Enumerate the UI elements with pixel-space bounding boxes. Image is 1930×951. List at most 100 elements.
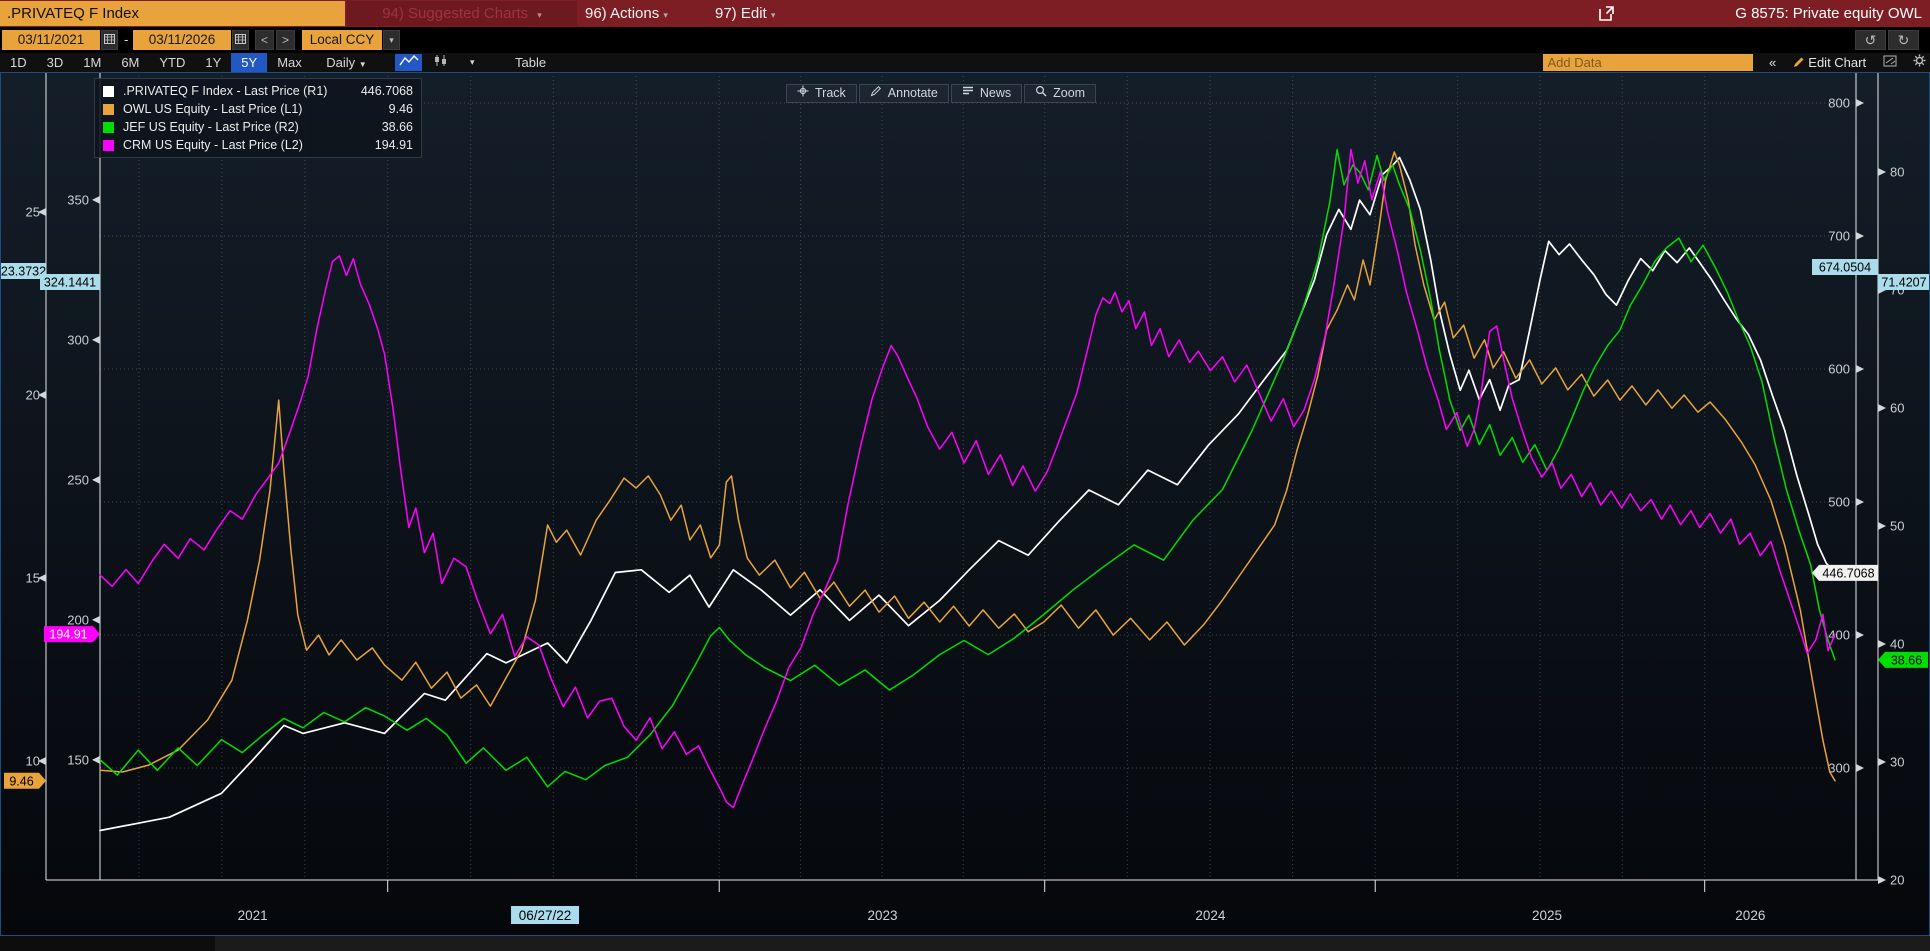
svg-text:250: 250 bbox=[67, 472, 89, 487]
legend-row[interactable]: OWL US Equity - Last Price (L1) 9.46 bbox=[95, 100, 421, 118]
collapse-button[interactable]: « bbox=[1769, 53, 1776, 72]
line-chart-type-button[interactable] bbox=[395, 54, 422, 71]
track-tag-r1: 674.0504 bbox=[1812, 259, 1878, 275]
frequency-dropdown[interactable]: Daily ▼ bbox=[316, 53, 376, 72]
svg-text:40: 40 bbox=[1890, 637, 1904, 652]
svg-text:80: 80 bbox=[1890, 165, 1904, 180]
svg-text:300: 300 bbox=[67, 332, 89, 347]
svg-text:9.46: 9.46 bbox=[9, 774, 33, 788]
svg-text:674.0504: 674.0504 bbox=[1819, 261, 1871, 275]
end-date-input[interactable]: 03/11/2026 bbox=[133, 30, 231, 50]
svg-text:600: 600 bbox=[1828, 361, 1850, 376]
legend-name: .PRIVATEQ F Index - Last Price (R1) bbox=[123, 84, 327, 98]
legend-row[interactable]: JEF US Equity - Last Price (R2)38.66 bbox=[95, 118, 421, 136]
tool-label: Annotate bbox=[888, 85, 938, 102]
plot-background bbox=[1, 72, 1929, 936]
edit-chart-button[interactable]: Edit Chart bbox=[1793, 53, 1866, 72]
last-tag-jef: 38.66 bbox=[1878, 652, 1928, 668]
redo-button[interactable]: ↻ bbox=[1888, 30, 1919, 50]
gear-icon[interactable] bbox=[1913, 53, 1926, 72]
legend-value: 194.91 bbox=[375, 138, 413, 152]
currency-caret-icon[interactable]: ▾ bbox=[383, 30, 400, 50]
undo-button[interactable]: ↺ bbox=[1855, 30, 1886, 50]
candlestick-type-button[interactable] bbox=[430, 54, 452, 71]
svg-text:800: 800 bbox=[1828, 95, 1850, 110]
track-icon bbox=[797, 85, 815, 102]
tool-label: Zoom bbox=[1053, 85, 1085, 102]
svg-text:324.1441: 324.1441 bbox=[44, 276, 96, 290]
start-date-input[interactable]: 03/11/2021 bbox=[2, 30, 100, 50]
svg-text:700: 700 bbox=[1828, 228, 1850, 243]
start-calendar-icon[interactable] bbox=[101, 30, 118, 50]
suggested-charts-label: 94) Suggested Charts bbox=[382, 5, 528, 22]
svg-text:23.3732: 23.3732 bbox=[1, 265, 46, 279]
end-calendar-icon[interactable] bbox=[232, 30, 249, 50]
period-tab-1m[interactable]: 1M bbox=[73, 53, 111, 72]
pencil-icon bbox=[1793, 56, 1805, 68]
last-tag-privateq: 446.7068 bbox=[1812, 565, 1878, 581]
track-button[interactable]: Track bbox=[786, 84, 857, 103]
svg-text:200: 200 bbox=[67, 612, 89, 627]
track-tag-l2: 324.1441 bbox=[40, 274, 100, 290]
chart-doc-title: G 8575: Private equity OWL bbox=[1735, 0, 1922, 27]
svg-text:446.7068: 446.7068 bbox=[1822, 566, 1874, 580]
add-data-input[interactable]: Add Data bbox=[1543, 54, 1753, 71]
annotate-button[interactable]: Annotate bbox=[859, 84, 949, 103]
chevron-down-icon: ▾ bbox=[663, 10, 668, 20]
actions-menu[interactable]: 96) Actions ▾ bbox=[585, 0, 668, 27]
toolbar-right: Add Data « Edit Chart bbox=[1543, 53, 1926, 72]
svg-text:350: 350 bbox=[67, 192, 89, 207]
chart-style-caret[interactable]: ▾ bbox=[460, 53, 485, 72]
legend-swatch bbox=[103, 104, 114, 115]
svg-text:2021: 2021 bbox=[238, 908, 268, 923]
legend-name: OWL US Equity - Last Price (L1) bbox=[123, 102, 302, 116]
legend-name: JEF US Equity - Last Price (R2) bbox=[123, 120, 299, 134]
period-tab-max[interactable]: Max bbox=[267, 53, 312, 72]
period-tab-ytd[interactable]: YTD bbox=[149, 53, 195, 72]
date-dash: - bbox=[124, 30, 128, 50]
suggested-charts-menu[interactable]: 94) Suggested Charts ▾ bbox=[347, 1, 577, 26]
period-tab-3d[interactable]: 3D bbox=[37, 53, 74, 72]
legend-value: 446.7068 bbox=[361, 84, 413, 98]
chevron-down-icon: ▾ bbox=[771, 10, 776, 20]
period-tabs: 1D3D1M6MYTD1Y5YMax bbox=[0, 53, 312, 70]
chevron-down-icon: ▾ bbox=[537, 10, 542, 20]
legend-row[interactable]: .PRIVATEQ F Index - Last Price (R1) 446.7… bbox=[95, 82, 421, 100]
svg-text:10: 10 bbox=[26, 754, 40, 769]
svg-text:2026: 2026 bbox=[1735, 908, 1765, 923]
svg-text:60: 60 bbox=[1890, 401, 1904, 416]
export-icon[interactable] bbox=[1598, 5, 1615, 27]
svg-text:300: 300 bbox=[1828, 761, 1850, 776]
ticker-input[interactable]: .PRIVATEQ F Index bbox=[0, 1, 345, 26]
legend-value: 9.46 bbox=[389, 102, 413, 116]
svg-text:38.66: 38.66 bbox=[1891, 653, 1922, 667]
bottom-strip bbox=[0, 936, 1930, 951]
command-bar: .PRIVATEQ F Index 94) Suggested Charts ▾… bbox=[0, 0, 1930, 27]
edit-label: 97) Edit bbox=[715, 5, 767, 22]
tool-label: News bbox=[980, 85, 1011, 102]
tool-label: Track bbox=[815, 85, 846, 102]
period-tab-5y[interactable]: 5Y bbox=[231, 53, 267, 72]
svg-text:2025: 2025 bbox=[1532, 908, 1562, 923]
zoom-button[interactable]: Zoom bbox=[1024, 84, 1096, 103]
chart-tools-bar: Track Annotate News Zoom bbox=[786, 84, 1098, 103]
prev-range-button[interactable]: < bbox=[255, 30, 274, 50]
chart-settings-icon[interactable] bbox=[1883, 53, 1897, 72]
period-tab-1d[interactable]: 1D bbox=[0, 53, 37, 72]
svg-text:20: 20 bbox=[1890, 873, 1904, 888]
svg-text:20: 20 bbox=[26, 388, 40, 403]
currency-select[interactable]: Local CCY bbox=[302, 30, 382, 50]
period-tab-6m[interactable]: 6M bbox=[111, 53, 149, 72]
frequency-label: Daily bbox=[326, 55, 355, 70]
news-button[interactable]: News bbox=[951, 84, 1022, 103]
edit-menu[interactable]: 97) Edit ▾ bbox=[715, 0, 775, 27]
svg-text:06/27/22: 06/27/22 bbox=[519, 908, 572, 923]
next-range-button[interactable]: > bbox=[276, 30, 295, 50]
legend-swatch bbox=[103, 140, 114, 151]
bloomberg-chart-window: 2520151035030025020015080070060050040030… bbox=[0, 0, 1930, 951]
period-tab-1y[interactable]: 1Y bbox=[195, 53, 231, 72]
last-tag-crm: 194.91 bbox=[44, 626, 100, 642]
table-button[interactable]: Table bbox=[505, 53, 556, 72]
date-range-bar: 03/11/2021 - 03/11/2026 < > Local CCY ▾ … bbox=[0, 27, 1930, 53]
legend-row[interactable]: CRM US Equity - Last Price (L2)194.91 bbox=[95, 136, 421, 154]
